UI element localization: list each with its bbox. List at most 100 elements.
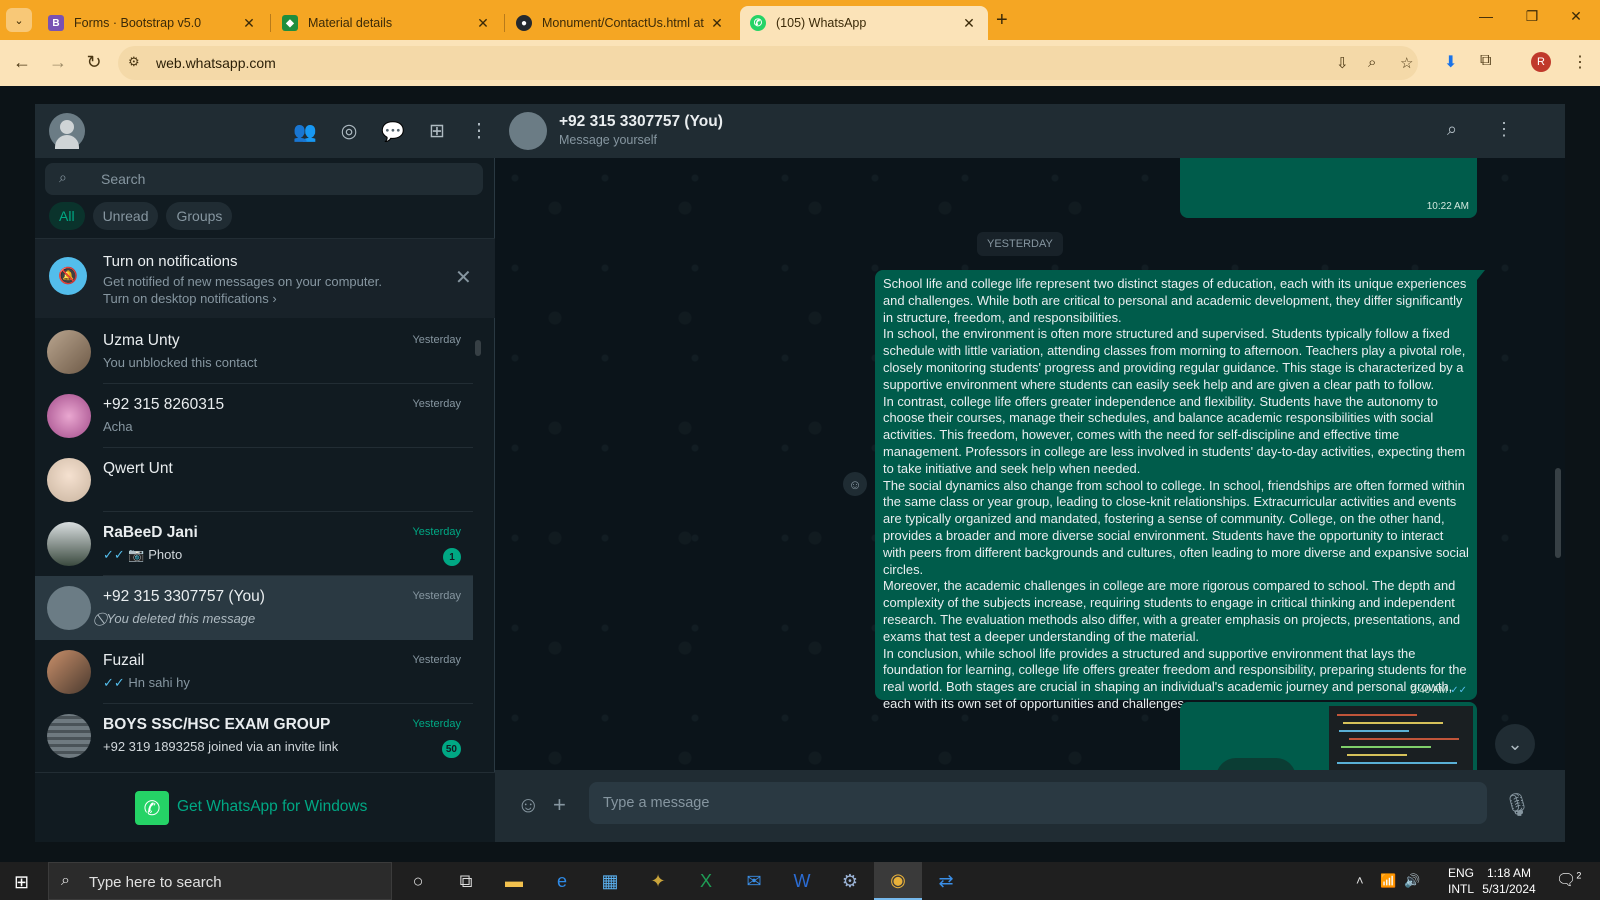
filter-groups[interactable]: Groups — [166, 202, 233, 230]
microphone-icon[interactable]: 🎙 — [1503, 792, 1531, 818]
search-icon[interactable]: ⌕ — [1447, 119, 1457, 140]
image-message-bubble[interactable] — [1180, 702, 1477, 770]
mail-icon[interactable]: ✉ — [730, 862, 778, 900]
excel-icon[interactable]: X — [682, 862, 730, 900]
cortana-icon[interactable]: ○ — [394, 862, 442, 900]
chat-item-rabeed-jani[interactable]: RaBeeD Jani ✓✓ 📷 Photo Yesterday 1 — [35, 512, 473, 576]
menu-icon[interactable]: ⋮ — [1495, 119, 1513, 140]
message-scrollbar[interactable] — [1555, 468, 1561, 558]
menu-icon[interactable]: ⋮ — [467, 120, 491, 143]
close-tab-icon[interactable]: ✕ — [960, 15, 978, 32]
message-bubble[interactable]: 10:22 AM — [1180, 158, 1477, 218]
get-app-banner[interactable]: ✆ Get WhatsApp for Windows — [35, 772, 495, 842]
chevron-down-icon[interactable]: ⌄ — [1495, 724, 1535, 764]
edge-icon[interactable]: e — [538, 862, 586, 900]
keyboard-layout: INTL — [1448, 882, 1475, 896]
image-thumbnail[interactable] — [1329, 706, 1473, 770]
chat-item-uzma-unty[interactable]: Uzma Unty You unblocked this contact Yes… — [35, 320, 473, 384]
search-input[interactable] — [101, 163, 471, 195]
channels-icon[interactable]: 💬 — [381, 120, 405, 144]
attach-plus-icon[interactable]: + — [553, 792, 566, 818]
browser-menu-icon[interactable]: ⋮ — [1572, 52, 1588, 72]
emoji-icon[interactable]: ☺ — [517, 792, 539, 818]
restore-icon[interactable]: ❐ — [1512, 8, 1552, 25]
tray-expand-icon[interactable]: ˄ — [1356, 873, 1364, 888]
tab-divider — [504, 14, 505, 32]
my-avatar[interactable] — [49, 113, 85, 149]
action-center-icon[interactable]: 🗨2 — [1556, 870, 1581, 890]
tab-search-button[interactable]: ⌄ — [6, 8, 32, 32]
tab-github[interactable]: ● Monument/ContactUs.html at n ✕ — [506, 6, 736, 40]
install-app-icon[interactable]: ⇩ — [1336, 54, 1349, 72]
unread-badge: 1 — [443, 548, 461, 566]
notification-subtitle: Get notified of new messages on your com… — [103, 274, 382, 289]
contact-avatar — [47, 586, 91, 630]
new-chat-icon[interactable]: ⊞ — [425, 120, 449, 143]
reload-icon[interactable]: ↻ — [82, 52, 106, 73]
enable-notifications-link[interactable]: Turn on desktop notifications › — [103, 291, 277, 306]
forward-icon[interactable]: → — [46, 52, 70, 73]
taskbar-search[interactable]: ⌕ Type here to search — [48, 862, 392, 900]
chat-name: Uzma Unty — [103, 332, 180, 349]
chat-item-boys-exam-group[interactable]: BOYS SSC/HSC EXAM GROUP +92 319 1893258 … — [35, 704, 473, 768]
chat-list-scrollbar[interactable] — [475, 340, 481, 356]
message-input[interactable] — [603, 782, 1473, 824]
chat-list: Uzma Unty You unblocked this contact Yes… — [35, 320, 473, 772]
site-settings-icon[interactable]: ⚙ — [128, 54, 140, 70]
message-paragraph: In contrast, college life offers greater… — [883, 393, 1466, 476]
whatsapp-icon: ✆ — [750, 15, 766, 31]
chat-item-fuzail[interactable]: Fuzail ✓✓ Hn sahi hy Yesterday — [35, 640, 473, 704]
download-media-button[interactable] — [1216, 758, 1296, 770]
message-bubble[interactable]: School life and college life represent t… — [875, 270, 1485, 711]
contact-avatar — [47, 394, 91, 438]
communities-icon[interactable]: 👥 — [293, 120, 317, 144]
chat-name: RaBeeD Jani — [103, 524, 198, 541]
zoom-icon[interactable]: ⌕ — [1368, 54, 1376, 71]
tab-material-details[interactable]: ◆ Material details ✕ — [272, 6, 502, 40]
status-icon[interactable]: ◎ — [337, 120, 361, 143]
chat-item-self[interactable]: +92 315 3307757 (You) ⃠ You deleted this… — [35, 576, 473, 640]
conversation-header[interactable]: +92 315 3307757 (You) Message yourself ⌕… — [495, 104, 1565, 158]
filter-all[interactable]: All — [49, 202, 85, 230]
message-area: 10:22 AM YESTERDAY ☺ School life and col… — [495, 158, 1565, 770]
bookmark-star-icon[interactable]: ☆ — [1400, 54, 1413, 72]
clock[interactable]: 1:18 AM 5/31/2024 — [1474, 865, 1544, 897]
wifi-icon[interactable]: 📶 — [1380, 873, 1396, 889]
conversation-panel: +92 315 3307757 (You) Message yourself ⌕… — [495, 104, 1565, 842]
filter-unread[interactable]: Unread — [92, 202, 159, 230]
contact-avatar[interactable] — [509, 112, 547, 150]
close-tab-icon[interactable]: ✕ — [474, 15, 492, 32]
chat-item-qwert-unt[interactable]: Qwert Unt — [35, 448, 473, 512]
file-explorer-icon[interactable]: ▬ — [490, 862, 538, 900]
download-icon[interactable]: ⬇ — [1444, 52, 1457, 72]
windows-start-icon[interactable]: ⊞ — [14, 872, 29, 893]
task-view-icon[interactable]: ⧉ — [442, 862, 490, 900]
language-indicator[interactable]: ENG INTL — [1448, 865, 1474, 897]
chat-item-8260315[interactable]: +92 315 8260315 Acha Yesterday — [35, 384, 473, 448]
chat-sidebar: 👥 ◎ 💬 ⊞ ⋮ ⌕ All Unread Groups 🔕 Turn on … — [35, 104, 495, 842]
tab-whatsapp[interactable]: ✆ (105) WhatsApp ✕ — [740, 6, 988, 40]
minimize-icon[interactable]: — — [1466, 8, 1506, 24]
close-tab-icon[interactable]: ✕ — [708, 15, 726, 32]
chrome-icon[interactable]: ◉ — [874, 862, 922, 900]
back-icon[interactable]: ← — [10, 52, 34, 73]
store-icon[interactable]: ▦ — [586, 862, 634, 900]
new-tab-button[interactable]: + — [996, 9, 1008, 32]
game-app-icon[interactable]: ✦ — [634, 862, 682, 900]
remote-app-icon[interactable]: ⇄ — [922, 862, 970, 900]
reaction-emoji-icon[interactable]: ☺ — [843, 472, 867, 496]
close-tab-icon[interactable]: ✕ — [240, 15, 258, 32]
get-app-label[interactable]: Get WhatsApp for Windows — [177, 798, 367, 816]
volume-icon[interactable]: 🔊 — [1404, 873, 1420, 889]
message-text: Photo — [148, 547, 183, 562]
close-window-icon[interactable]: ✕ — [1556, 8, 1596, 25]
app-icon[interactable]: ⚙ — [826, 862, 874, 900]
address-bar[interactable]: ⚙ web.whatsapp.com ⇩ ⌕ ☆ — [118, 46, 1418, 80]
read-ticks-icon: ✓✓ — [103, 547, 125, 562]
close-icon[interactable]: ✕ — [455, 265, 472, 290]
extensions-icon[interactable]: ⧉ — [1480, 52, 1491, 70]
contact-avatar — [47, 522, 91, 566]
tab-bootstrap[interactable]: B Forms · Bootstrap v5.0 ✕ — [38, 6, 268, 40]
word-icon[interactable]: W — [778, 862, 826, 900]
profile-avatar[interactable]: R — [1531, 52, 1551, 72]
